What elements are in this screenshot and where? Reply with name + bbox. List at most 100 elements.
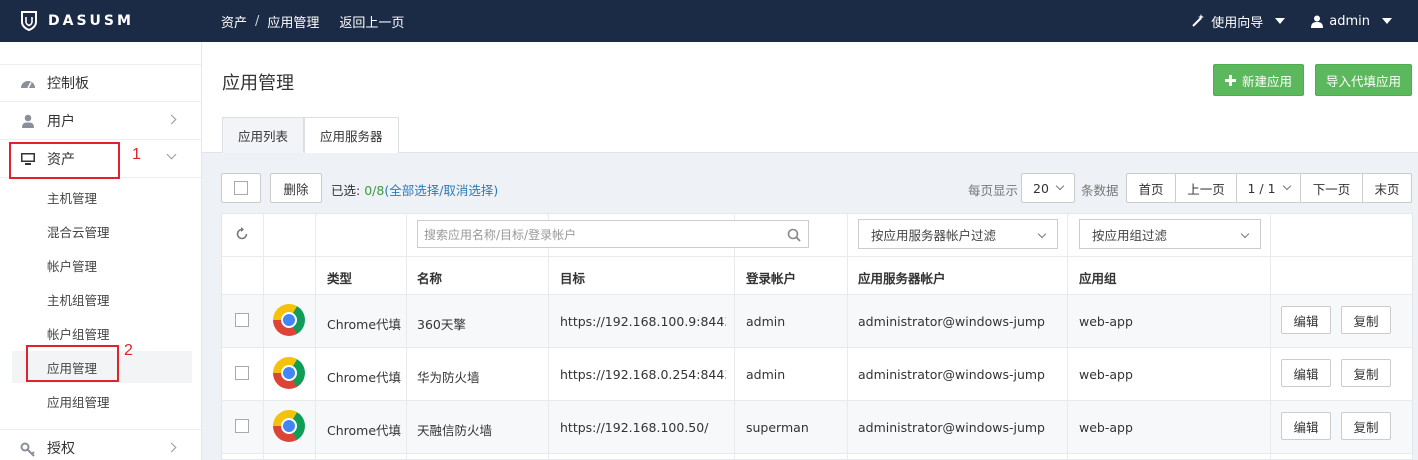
- tab-app-list[interactable]: 应用列表: [222, 117, 305, 153]
- search-placeholder: 搜索应用名称/目标/登录帐户: [424, 227, 577, 242]
- search-input[interactable]: 搜索应用名称/目标/登录帐户: [417, 220, 809, 248]
- plus-icon: [1224, 74, 1236, 86]
- import-app-button[interactable]: 导入代填应用: [1315, 64, 1412, 96]
- tab-app-server[interactable]: 应用服务器: [304, 117, 399, 153]
- checkbox: [234, 181, 248, 195]
- column-header-type[interactable]: 类型: [327, 268, 352, 287]
- breadcrumb-current: 应用管理: [267, 15, 320, 31]
- copy-button[interactable]: 复制: [1341, 359, 1391, 387]
- row-checkbox[interactable]: [235, 313, 249, 327]
- column-header-name[interactable]: 名称: [417, 268, 442, 287]
- sidebar-subitem-app-group[interactable]: 应用组管理: [12, 385, 192, 417]
- column-header-login[interactable]: 登录帐户: [746, 268, 796, 287]
- refresh-icon[interactable]: [235, 227, 249, 241]
- row-checkbox[interactable]: [235, 419, 249, 433]
- breadcrumb-parent[interactable]: 资产: [221, 12, 247, 31]
- breadcrumb: 资产 / 应用管理 返回上一页: [221, 0, 404, 42]
- server-account-filter[interactable]: 按应用服务器帐户过滤: [858, 219, 1058, 249]
- chevron-right-icon: [166, 114, 177, 125]
- sidebar-item-label: 用户: [47, 113, 75, 130]
- edit-button[interactable]: 编辑: [1281, 412, 1331, 440]
- column-divider: [406, 214, 407, 460]
- copy-button[interactable]: 复制: [1341, 412, 1391, 440]
- chevron-down-icon: [166, 149, 177, 160]
- per-page-label: 每页显示: [968, 183, 1019, 198]
- sidebar-subitem-host[interactable]: 主机管理: [12, 181, 192, 213]
- column-header-target[interactable]: 目标: [560, 268, 585, 287]
- top-right-menu: 使用向导 admin: [1191, 0, 1418, 42]
- column-divider: [263, 214, 264, 460]
- app-group-filter-label: 按应用组过滤: [1092, 227, 1168, 243]
- page-select[interactable]: 1 / 1: [1236, 173, 1301, 203]
- search-icon: [787, 228, 801, 242]
- cell-target: https://192.168.0.254:8443/: [560, 367, 726, 382]
- sidebar-subitem-account[interactable]: 帐户管理: [12, 249, 192, 281]
- brand-name: DASUSM: [48, 13, 134, 29]
- row-divider: [222, 347, 1414, 348]
- cell-server-account: administrator@windows-jump: [858, 367, 1045, 382]
- cell-name: 华为防火墙: [417, 370, 480, 385]
- cell-type: Chrome代填: [327, 317, 402, 332]
- first-page-button[interactable]: 首页: [1126, 173, 1176, 203]
- edit-button[interactable]: 编辑: [1281, 306, 1331, 334]
- brand[interactable]: DASUSM: [20, 0, 134, 42]
- chrome-icon: [273, 304, 305, 336]
- row-divider: [222, 256, 1414, 257]
- copy-button[interactable]: 复制: [1341, 306, 1391, 334]
- selected-prefix: 已选:: [331, 183, 365, 198]
- next-page-button[interactable]: 下一页: [1300, 173, 1363, 203]
- edit-button[interactable]: 编辑: [1281, 359, 1331, 387]
- select-all-link[interactable]: (全部选择/取消选择): [384, 183, 498, 198]
- per-page-value: 20: [1033, 180, 1049, 196]
- sidebar-item-dashboard[interactable]: 控制板: [0, 64, 201, 102]
- cell-app-group: web-app: [1079, 314, 1133, 329]
- delete-button[interactable]: 删除: [270, 173, 322, 203]
- annotation-number: 1: [132, 146, 141, 163]
- chevron-down-icon: [1037, 229, 1047, 239]
- page-header: 应用管理 应用列表 应用服务器: [202, 42, 1418, 153]
- app-group-filter[interactable]: 按应用组过滤: [1079, 219, 1261, 249]
- prev-page-button[interactable]: 上一页: [1175, 173, 1237, 203]
- chevron-down-icon: [1382, 18, 1392, 24]
- chevron-down-icon: [1240, 229, 1250, 239]
- selected-count: 0/8: [364, 183, 385, 198]
- column-header-server-account[interactable]: 应用服务器帐户: [858, 268, 946, 287]
- cell-app-group: web-app: [1079, 420, 1133, 435]
- shield-logo-icon: [21, 11, 37, 31]
- annotation-number: 2: [124, 342, 133, 359]
- cell-login: superman: [746, 420, 809, 435]
- select-all-checkbox-button[interactable]: [221, 173, 261, 203]
- cell-type: Chrome代填: [327, 370, 402, 385]
- guide-menu[interactable]: 使用向导: [1191, 12, 1286, 31]
- annotation-box-app-management: [26, 345, 119, 382]
- chevron-down-icon: [1055, 181, 1065, 191]
- user-icon: [1311, 15, 1324, 28]
- sidebar-subitem-host-group[interactable]: 主机组管理: [12, 283, 192, 315]
- sidebar-item-label: 授权: [47, 441, 75, 457]
- user-menu[interactable]: admin: [1311, 14, 1392, 29]
- back-link[interactable]: 返回上一页: [339, 12, 404, 31]
- per-page-suffix: 条数据: [1081, 183, 1119, 198]
- row-checkbox[interactable]: [235, 366, 249, 380]
- cell-server-account: administrator@windows-jump: [858, 314, 1045, 329]
- breadcrumb-separator: /: [255, 13, 260, 29]
- new-app-label: 新建应用: [1241, 73, 1292, 89]
- per-page-select[interactable]: 20: [1021, 173, 1075, 203]
- chrome-icon: [273, 357, 305, 389]
- sidebar-subitem-hybrid-cloud[interactable]: 混合云管理: [12, 215, 192, 247]
- user-icon: [22, 114, 34, 128]
- row-divider: [222, 294, 1414, 295]
- top-bar: DASUSM 资产 / 应用管理 返回上一页 使用向导 admin: [0, 0, 1418, 42]
- sidebar-item-users[interactable]: 用户: [0, 102, 201, 140]
- new-app-button[interactable]: 新建应用: [1213, 64, 1304, 96]
- column-divider: [1270, 214, 1271, 460]
- selection-info: 已选: 0/8(全部选择/取消选择): [331, 180, 498, 199]
- last-page-button[interactable]: 末页: [1362, 173, 1412, 203]
- user-name: admin: [1329, 13, 1370, 29]
- column-header-app-group[interactable]: 应用组: [1079, 268, 1117, 287]
- cell-app-group: web-app: [1079, 367, 1133, 382]
- tabs: 应用列表 应用服务器: [222, 117, 399, 153]
- chevron-down-icon: [1282, 181, 1291, 191]
- chevron-down-icon: [1275, 18, 1286, 24]
- sidebar-item-authorization[interactable]: 授权: [0, 429, 201, 460]
